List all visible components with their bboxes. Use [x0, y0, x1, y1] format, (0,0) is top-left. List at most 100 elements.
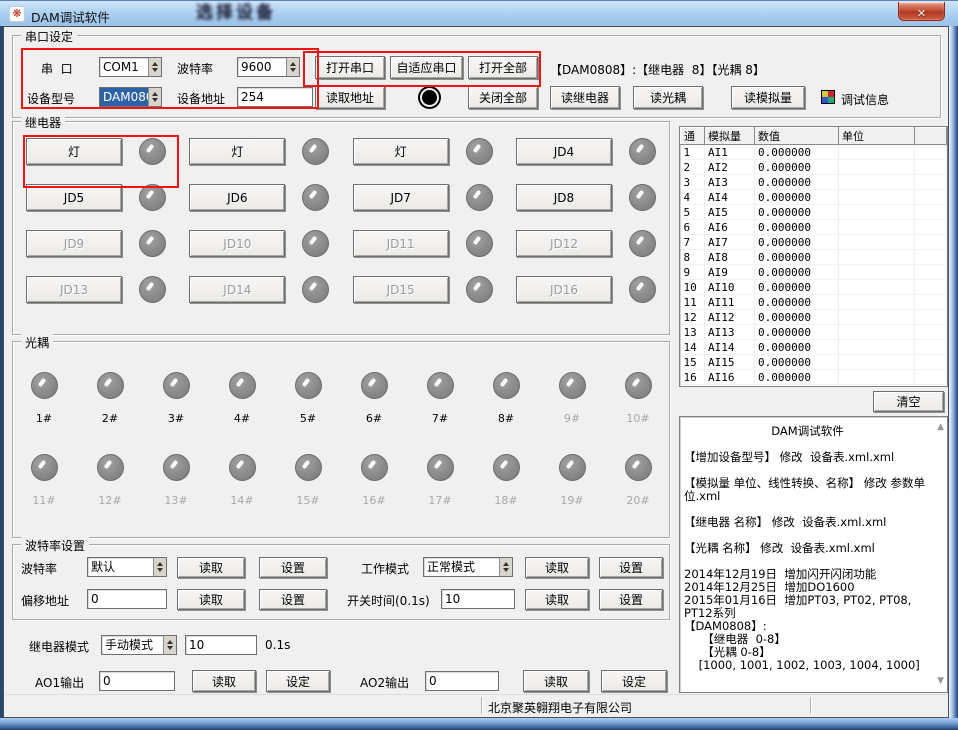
combo-arrow-icon[interactable] [148, 58, 161, 76]
relay-mode-time-input[interactable] [185, 635, 257, 655]
read-analog-button[interactable]: 读模拟量 [731, 86, 805, 109]
relay-button[interactable]: JD4 [516, 138, 612, 165]
device-address-input[interactable] [237, 87, 313, 107]
baud-set-button[interactable]: 设置 [259, 557, 327, 578]
device-model-combo[interactable]: DAM0808 [99, 87, 162, 107]
relay-led-indicator[interactable] [629, 276, 656, 303]
open-all-button[interactable]: 打开全部 [468, 56, 538, 79]
relay-led-indicator[interactable] [466, 276, 493, 303]
analog-table-row[interactable]: 11AI110.000000 [681, 295, 947, 310]
offset-set-button[interactable]: 设置 [259, 589, 327, 610]
relay-button[interactable]: 灯 [189, 138, 285, 165]
relay-led-indicator[interactable] [466, 138, 493, 165]
analog-table-row[interactable]: 8AI80.000000 [681, 250, 947, 265]
analog-table-row[interactable]: 5AI50.000000 [681, 205, 947, 220]
relay-button[interactable]: JD12 [516, 230, 612, 257]
relay-button[interactable]: JD5 [26, 184, 122, 211]
combo-arrow-icon[interactable] [286, 58, 299, 76]
relay-mode-combo[interactable]: 手动模式 [101, 635, 177, 655]
auto-adapt-port-button[interactable]: 自适应串口 [390, 56, 463, 79]
work-mode-set-button[interactable]: 设置 [599, 557, 663, 578]
relay-button[interactable]: JD6 [189, 184, 285, 211]
offset-address-input[interactable] [87, 589, 167, 609]
switch-time-input[interactable] [441, 589, 515, 609]
relay-button[interactable]: JD11 [353, 230, 449, 257]
analog-table-row[interactable]: 16AI160.000000 [681, 370, 947, 385]
relay-button[interactable]: 灯 [353, 138, 449, 165]
analog-table-cell: AI6 [705, 220, 755, 235]
combo-arrow-icon[interactable] [163, 636, 176, 654]
baud-set-combo[interactable]: 默认 [87, 557, 167, 577]
relay-button[interactable]: JD16 [516, 276, 612, 303]
work-mode-read-button[interactable]: 读取 [525, 557, 589, 578]
analog-table-row[interactable]: 13AI130.000000 [681, 325, 947, 340]
relay-led-indicator[interactable] [629, 230, 656, 257]
analog-table-row[interactable]: 4AI40.000000 [681, 190, 947, 205]
read-relay-button[interactable]: 读继电器 [550, 86, 620, 109]
ao2-input[interactable] [425, 671, 499, 691]
read-address-button[interactable]: 读取地址 [315, 86, 385, 109]
relay-led-indicator[interactable] [302, 138, 329, 165]
analog-column-header[interactable]: 通 [681, 128, 705, 145]
relay-button[interactable]: JD10 [189, 230, 285, 257]
close-all-button[interactable]: 关闭全部 [468, 86, 538, 109]
scroll-down-icon[interactable]: ▼ [937, 675, 944, 688]
analog-column-header[interactable]: 单位 [839, 128, 915, 145]
read-opto-button[interactable]: 读光耦 [633, 86, 703, 109]
ao1-input[interactable] [99, 671, 175, 691]
relay-led-indicator[interactable] [302, 230, 329, 257]
combo-arrow-icon[interactable] [499, 558, 512, 576]
analog-table-row[interactable]: 3AI30.000000 [681, 175, 947, 190]
relay-led-indicator[interactable] [466, 184, 493, 211]
relay-led-indicator[interactable] [139, 184, 166, 211]
relay-led-indicator[interactable] [139, 276, 166, 303]
ao2-read-button[interactable]: 读取 [523, 670, 589, 692]
close-button[interactable]: ✕ [898, 2, 945, 21]
ao1-set-button[interactable]: 设定 [266, 670, 330, 692]
baudrate-combo[interactable]: 9600 [237, 57, 300, 77]
relay-button[interactable]: JD13 [26, 276, 122, 303]
relay-led-indicator[interactable] [139, 138, 166, 165]
relay-led-indicator[interactable] [629, 138, 656, 165]
port-combo[interactable]: COM1 [99, 57, 162, 77]
analog-table-row[interactable]: 7AI70.000000 [681, 235, 947, 250]
scroll-up-icon[interactable]: ▲ [937, 421, 944, 434]
analog-table-row[interactable]: 2AI20.000000 [681, 160, 947, 175]
relay-led-indicator[interactable] [139, 230, 166, 257]
relay-led-indicator[interactable] [466, 230, 493, 257]
analog-table-cell: 13 [681, 325, 705, 340]
relay-button[interactable]: JD9 [26, 230, 122, 257]
baud-read-button[interactable]: 读取 [177, 557, 245, 578]
relay-led-indicator[interactable] [302, 276, 329, 303]
analog-table-row[interactable]: 1AI10.000000 [681, 145, 947, 160]
ao2-set-button[interactable]: 设定 [601, 670, 667, 692]
switch-time-read-button[interactable]: 读取 [525, 589, 589, 610]
offset-read-button[interactable]: 读取 [177, 589, 245, 610]
analog-column-header[interactable] [915, 128, 947, 145]
analog-table-row[interactable]: 12AI120.000000 [681, 310, 947, 325]
relay-led-indicator[interactable] [629, 184, 656, 211]
relay-button[interactable]: JD8 [516, 184, 612, 211]
combo-arrow-icon[interactable] [153, 558, 166, 576]
relay-led-indicator[interactable] [302, 184, 329, 211]
info-line: 2015年01月16日 增加PT03, PT02, PT08, PT12系列 [684, 594, 931, 620]
analog-table-row[interactable]: 6AI60.000000 [681, 220, 947, 235]
switch-time-set-button[interactable]: 设置 [599, 589, 663, 610]
combo-arrow-icon[interactable] [148, 88, 161, 106]
analog-table-row[interactable]: 10AI100.000000 [681, 280, 947, 295]
open-port-button[interactable]: 打开串口 [315, 56, 385, 79]
analog-column-header[interactable]: 模拟量 [705, 128, 755, 145]
relay-button[interactable]: 灯 [26, 138, 122, 165]
analog-table-row[interactable]: 9AI90.000000 [681, 265, 947, 280]
opto-led-indicator [427, 372, 454, 399]
ao1-read-button[interactable]: 读取 [192, 670, 256, 692]
analog-column-header[interactable]: 数值 [755, 128, 839, 145]
relay-button[interactable]: JD15 [353, 276, 449, 303]
clear-button[interactable]: 清空 [873, 391, 944, 412]
analog-table-row[interactable]: 15AI150.000000 [681, 355, 947, 370]
relay-button[interactable]: JD7 [353, 184, 449, 211]
relay-button[interactable]: JD14 [189, 276, 285, 303]
analog-table-cell [839, 205, 915, 220]
analog-table-row[interactable]: 14AI140.000000 [681, 340, 947, 355]
work-mode-combo[interactable]: 正常模式 [423, 557, 513, 577]
